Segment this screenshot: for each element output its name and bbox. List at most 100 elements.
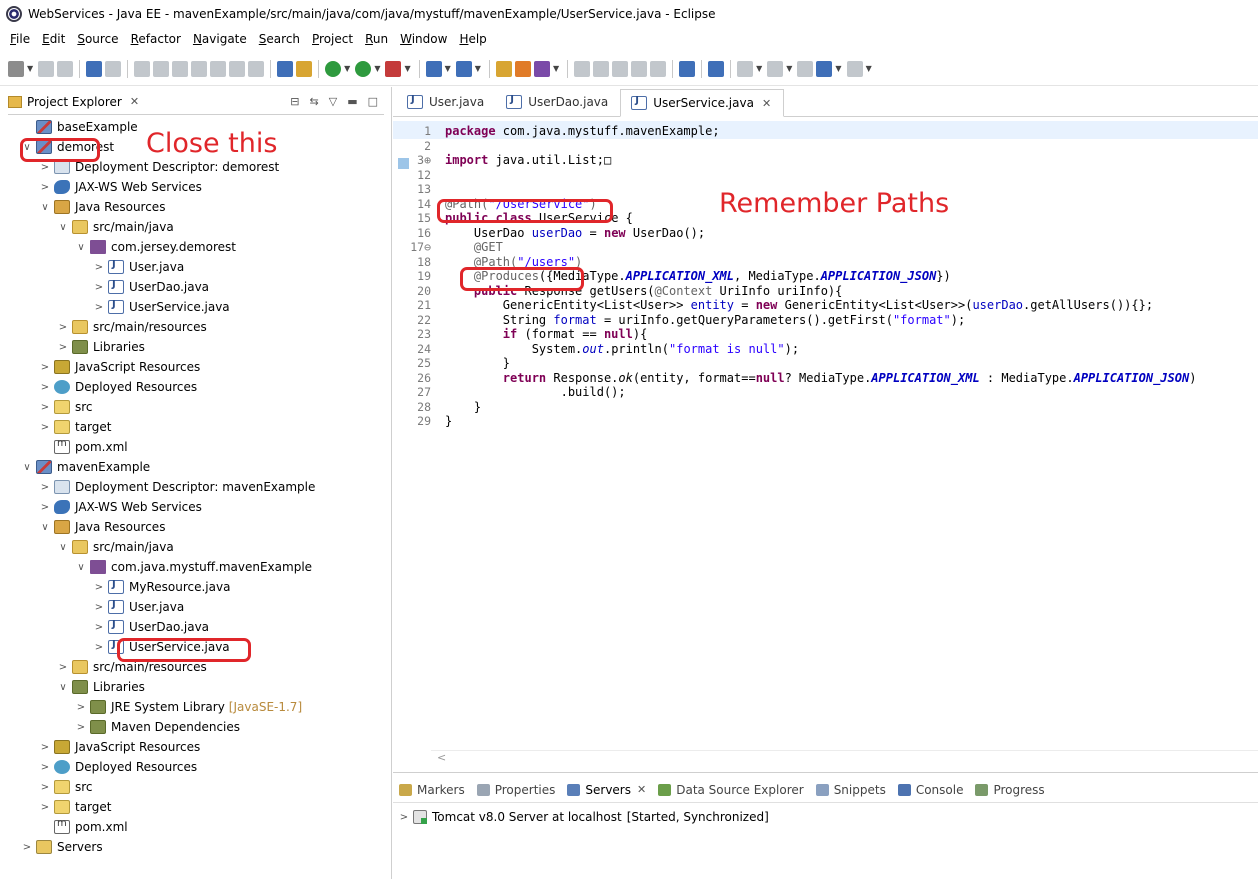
- tree-item[interactable]: > target: [38, 417, 112, 437]
- chevron-right-icon[interactable]: >: [74, 702, 88, 713]
- chevron-right-icon[interactable]: >: [38, 402, 52, 413]
- forward-dropdown-icon[interactable]: ▼: [866, 64, 872, 73]
- editor-tab[interactable]: User.java: [397, 88, 496, 116]
- save-all-icon[interactable]: [57, 60, 74, 77]
- chevron-right-icon[interactable]: >: [56, 662, 70, 673]
- skip-breakpoints-icon[interactable]: [105, 60, 122, 77]
- menu-project[interactable]: Project: [312, 32, 353, 46]
- tree-item[interactable]: > Deployment Descriptor: mavenExample: [38, 477, 315, 497]
- tree-item[interactable]: > UserService.java: [92, 297, 230, 317]
- tree-item[interactable]: baseExample: [20, 117, 138, 137]
- code-line[interactable]: return Response.ok(entity, format==null?…: [445, 371, 1197, 385]
- new-java-class-dropdown-icon[interactable]: ▼: [475, 64, 481, 73]
- chevron-right-icon[interactable]: >: [92, 602, 106, 613]
- chevron-right-icon[interactable]: >: [38, 482, 52, 493]
- tree-item[interactable]: ∨ mavenExample: [20, 457, 150, 477]
- external-tools-dropdown-icon[interactable]: ▼: [404, 64, 410, 73]
- code-line[interactable]: }: [445, 400, 481, 414]
- next-annotation-icon[interactable]: [737, 60, 754, 77]
- code-line[interactable]: @GET: [445, 240, 503, 254]
- chevron-down-icon[interactable]: ∨: [20, 462, 34, 473]
- menu-file[interactable]: File: [10, 32, 30, 46]
- server-expand-icon[interactable]: >: [397, 812, 411, 823]
- tab-console[interactable]: Console: [897, 783, 963, 797]
- show-whitespace-chars-icon[interactable]: [650, 60, 667, 77]
- tree-item[interactable]: > target: [38, 797, 112, 817]
- chevron-right-icon[interactable]: >: [38, 162, 52, 173]
- tree-item[interactable]: > User.java: [92, 257, 184, 277]
- server-row[interactable]: > Tomcat v8.0 Server at localhost [Start…: [397, 807, 769, 827]
- tree-item[interactable]: > Deployed Resources: [38, 757, 197, 777]
- tab-properties[interactable]: Properties: [476, 783, 555, 797]
- chevron-down-icon[interactable]: ∨: [38, 522, 52, 533]
- chevron-down-icon[interactable]: ∨: [38, 202, 52, 213]
- tree-item[interactable]: ∨ Libraries: [56, 677, 145, 697]
- toggle-word-wrap-icon[interactable]: [593, 60, 610, 77]
- servers-toolbar-icon[interactable]: [277, 60, 294, 77]
- editor-tab[interactable]: UserDao.java: [496, 88, 620, 116]
- menu-search[interactable]: Search: [259, 32, 300, 46]
- toggle-block-selection-icon[interactable]: [612, 60, 629, 77]
- code-line[interactable]: }: [445, 356, 510, 370]
- scroll-left-icon[interactable]: <: [437, 751, 446, 764]
- tab-markers[interactable]: Markers: [399, 783, 465, 797]
- chevron-down-icon[interactable]: ∨: [56, 222, 70, 233]
- forward-icon[interactable]: [846, 60, 863, 77]
- chevron-right-icon[interactable]: >: [92, 262, 106, 273]
- console-toolbar-icon[interactable]: [86, 60, 103, 77]
- chevron-right-icon[interactable]: >: [38, 742, 52, 753]
- debug-icon[interactable]: [325, 60, 342, 77]
- tree-item[interactable]: ∨ src/main/java: [56, 537, 174, 557]
- tab-data-source-explorer[interactable]: Data Source Explorer: [658, 783, 804, 797]
- chevron-down-icon[interactable]: ∨: [56, 542, 70, 553]
- tree-item[interactable]: ∨ com.jersey.demorest: [74, 237, 236, 257]
- step-return-icon[interactable]: [248, 60, 265, 77]
- project-explorer-tab[interactable]: Project Explorer ✕ ⊟ ⇆ ▽ ▬ □: [8, 89, 384, 115]
- chevron-down-icon[interactable]: ∨: [74, 242, 88, 253]
- tree-item[interactable]: > src/main/resources: [56, 317, 207, 337]
- menu-run[interactable]: Run: [365, 32, 388, 46]
- maximize-icon[interactable]: □: [368, 95, 378, 108]
- link-with-editor-icon[interactable]: ⇆: [310, 95, 319, 108]
- close-icon[interactable]: ✕: [130, 95, 139, 108]
- new-java-class-icon[interactable]: [455, 60, 472, 77]
- chevron-right-icon[interactable]: >: [38, 182, 52, 193]
- code-line[interactable]: .build();: [445, 385, 626, 399]
- menu-refactor[interactable]: Refactor: [131, 32, 181, 46]
- chevron-right-icon[interactable]: >: [92, 582, 106, 593]
- chevron-right-icon[interactable]: >: [38, 782, 52, 793]
- external-tools-icon[interactable]: [385, 60, 402, 77]
- code-line[interactable]: import java.util.List;□: [445, 153, 611, 167]
- menu-navigate[interactable]: Navigate: [193, 32, 247, 46]
- previous-annotation-dropdown-icon[interactable]: ▼: [786, 64, 792, 73]
- editor-tab[interactable]: UserService.java ✕: [620, 89, 785, 117]
- close-icon[interactable]: ✕: [637, 783, 646, 796]
- tree-item[interactable]: > JavaScript Resources: [38, 737, 200, 757]
- chevron-right-icon[interactable]: >: [92, 642, 106, 653]
- run-dropdown-icon[interactable]: ▼: [374, 64, 380, 73]
- chevron-right-icon[interactable]: >: [92, 302, 106, 313]
- javadoc-icon[interactable]: [679, 60, 696, 77]
- toggle-mark-occurrences-icon[interactable]: [574, 60, 591, 77]
- code-line[interactable]: String format = uriInfo.getQueryParamete…: [445, 313, 965, 327]
- chevron-right-icon[interactable]: >: [38, 362, 52, 373]
- horizontal-scrollbar[interactable]: <: [431, 750, 1258, 764]
- disconnect-icon[interactable]: [191, 60, 208, 77]
- view-menu-icon[interactable]: ▽: [329, 95, 337, 108]
- chevron-down-icon[interactable]: ∨: [74, 562, 88, 573]
- code-line[interactable]: GenericEntity<List<User>> entity = new G…: [445, 298, 1153, 312]
- tab-progress[interactable]: Progress: [975, 783, 1045, 797]
- close-icon[interactable]: ✕: [762, 97, 771, 110]
- code-line[interactable]: package com.java.mystuff.mavenExample;: [445, 124, 720, 138]
- chevron-right-icon[interactable]: >: [56, 342, 70, 353]
- tree-item[interactable]: pom.xml: [38, 817, 128, 837]
- code-line[interactable]: System.out.println("format is null");: [445, 342, 799, 356]
- tree-item[interactable]: > JavaScript Resources: [38, 357, 200, 377]
- tab-servers[interactable]: Servers ✕: [567, 783, 646, 797]
- code-line[interactable]: if (format == null){: [445, 327, 648, 341]
- tree-item[interactable]: > Servers: [20, 837, 103, 857]
- minimize-icon[interactable]: ▬: [347, 95, 357, 108]
- back-icon[interactable]: [816, 60, 833, 77]
- tree-item[interactable]: > User.java: [92, 597, 184, 617]
- tree-item[interactable]: > JRE System Library [JavaSE-1.7]: [74, 697, 302, 717]
